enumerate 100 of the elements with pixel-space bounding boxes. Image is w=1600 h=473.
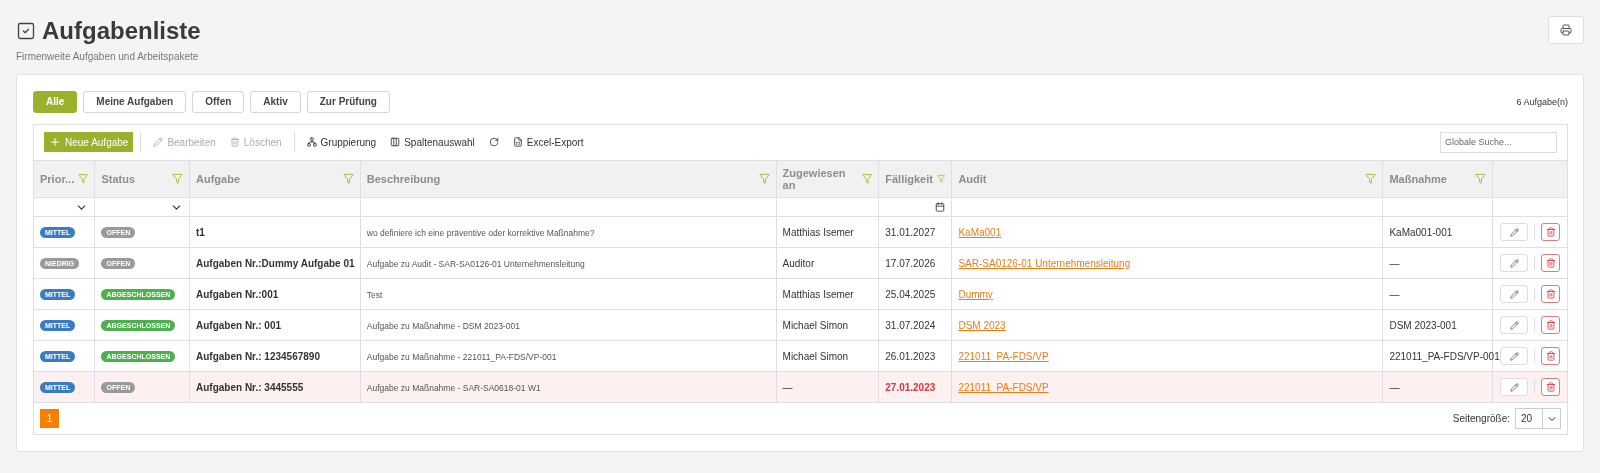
delete-button[interactable] [1541,285,1561,303]
pencil-icon [1509,289,1519,299]
toolbar-button[interactable]: Gruppierung [301,132,382,152]
trash-icon [1545,320,1556,330]
due-date: 31.07.2024 [885,319,936,331]
filter-icon[interactable] [342,173,354,185]
delete-button[interactable] [1541,316,1561,334]
calendar-icon[interactable] [935,202,946,212]
task-title: t1 [196,226,205,238]
task-description: Aufgabe zu Maßnahme - SAR-SA0618-01 W1 [366,382,541,393]
edit-button[interactable] [1500,347,1529,365]
delete-button[interactable] [1541,254,1561,272]
hierarchy-icon [306,137,317,147]
task-description: Aufgabe zu Audit - SAR-SA0126-01 Unternehmensleitung [366,258,585,269]
trash-icon [1545,382,1556,392]
due-date: 25.04.2025 [885,288,936,300]
pencil-icon [153,137,164,147]
page-subtitle: Firmenweite Aufgaben und Arbeitspakete [16,51,200,62]
spreadsheet-icon [512,137,523,147]
filter-icon[interactable] [758,173,770,185]
columns-icon [390,137,401,147]
page-button[interactable]: 1 [40,409,59,428]
filter-icon[interactable] [936,173,946,185]
assignee: Matthias Isemer [782,226,854,238]
filter-tab[interactable]: Alle [33,90,78,113]
filter-tab[interactable]: Meine Aufgaben [83,90,187,113]
measure: 221011_PA-FDS/VP-001 [1389,350,1500,362]
task-description: Test [366,289,383,300]
audit-link[interactable]: 221011_PA-FDS/VP [958,381,1049,393]
filter-icon[interactable] [1365,173,1377,185]
column-header: Status [101,172,136,185]
audit-link[interactable]: Dummy [958,288,993,300]
filter-icon[interactable] [172,173,183,185]
task-title: Aufgaben Nr.: 3445555 [196,381,304,393]
column-header: Audit [958,172,987,185]
task-description: Aufgabe zu Maßnahme - DSM 2023-001 [366,320,520,331]
toolbar-button[interactable]: Excel-Export [507,132,589,152]
measure: — [1389,381,1400,393]
print-button[interactable] [1548,16,1584,44]
printer-icon [1560,24,1572,36]
column-header: Maßnahme [1389,172,1447,185]
filter-tab[interactable]: Zur Prüfung [306,90,390,113]
edit-button[interactable] [1500,316,1529,334]
task-description: Aufgabe zu Maßnahme - 221011_PA-FDS/VP-001 [366,351,557,362]
delete-button[interactable] [1541,378,1561,396]
pencil-icon [1509,382,1519,392]
filter-tab[interactable]: Aktiv [250,90,301,113]
due-date: 31.01.2027 [885,226,936,238]
checkbox-icon [16,21,36,41]
edit-button[interactable] [1500,285,1529,303]
edit-button[interactable] [1500,254,1529,272]
edit-button[interactable] [1500,378,1529,396]
column-header: Aufgabe [196,172,240,185]
column-header: Fälligkeit [885,172,933,185]
delete-button[interactable] [1541,223,1561,241]
page-size-label: Seitengröße: [1452,413,1510,424]
measure: — [1389,257,1400,269]
trash-icon [1545,258,1556,268]
edit-button[interactable] [1500,223,1529,241]
page-size-select[interactable]: 20 [1515,408,1561,429]
task-title: Aufgaben Nr.:001 [196,288,279,300]
assignee: — [782,381,793,393]
audit-link[interactable]: DSM 2023 [958,319,1006,331]
measure: KaMa001-001 [1389,226,1453,238]
task-description: wo definiere ich eine präventive oder korrektive Maßnahme? [366,227,595,238]
task-count: 6 Aufgabe(n) [1516,96,1568,107]
filter-icon[interactable] [861,173,873,185]
search-field[interactable]: Globale Suche... [1440,131,1557,153]
delete-button[interactable] [1541,347,1561,365]
pencil-icon [1509,258,1519,268]
audit-link[interactable]: SAR-SA0126-01 Unternehmensleitung [958,257,1131,269]
pencil-icon [1509,227,1519,237]
assignee: Auditor [782,257,815,269]
trash-icon [1545,289,1556,299]
column-header: Zugewiesen an [782,166,847,191]
refresh-icon [488,137,499,147]
page-title: Aufgabenliste [42,16,201,46]
audit-link[interactable]: KaMa001 [958,226,1002,238]
column-header: Beschreibung [366,172,441,185]
assignee: Michael Simon [782,319,849,331]
task-title: Aufgaben Nr.: 1234567890 [196,350,320,362]
due-date: 27.01.2023 [885,381,936,393]
filter-icon[interactable] [1475,173,1487,185]
audit-link[interactable]: 221011_PA-FDS/VP [958,350,1049,362]
filter-tab[interactable]: Offen [192,90,245,113]
column-header: Prior... [40,172,75,185]
toolbar-button[interactable]: Spaltenauswahl [385,132,480,152]
plus-icon [49,136,61,148]
trash-icon [1545,227,1556,237]
filter-icon[interactable] [78,173,89,185]
measure: DSM 2023-001 [1389,319,1457,331]
trash-icon [1545,351,1556,361]
trash-icon [229,137,240,147]
due-date: 17.07.2026 [885,257,936,269]
measure: — [1389,288,1400,300]
task-title: Aufgaben Nr.:Dummy Aufgabe 01 [196,257,355,269]
pencil-icon [1509,351,1519,361]
due-date: 26.01.2023 [885,350,936,362]
assignee: Michael Simon [782,350,849,362]
toolbar-button[interactable]: Neue Aufgabe [44,132,134,152]
